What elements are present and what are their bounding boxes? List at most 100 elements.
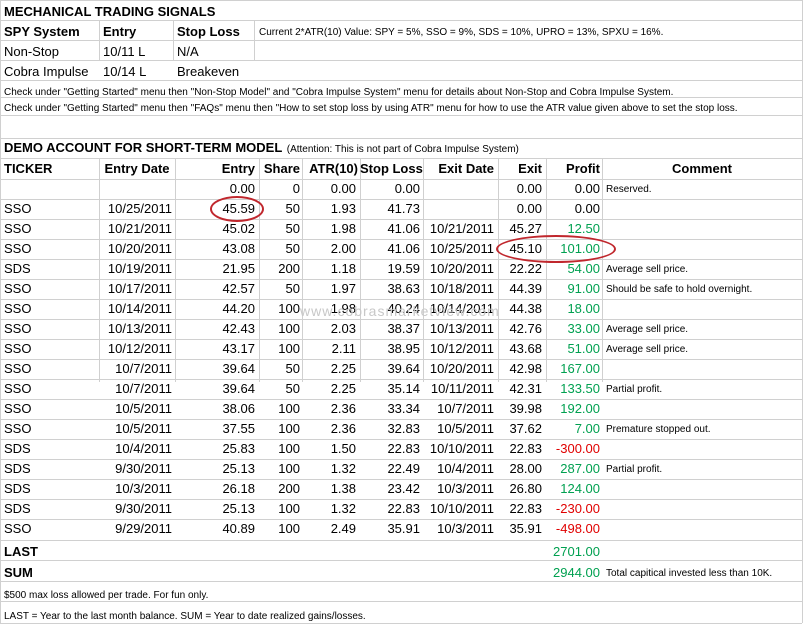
cell-atr10: 1.93 (330, 201, 356, 216)
cell-share: 50 (285, 241, 300, 256)
cell-exit-date: 10/25/2011 (429, 241, 494, 256)
cell-entry-date: 10/5/2011 (115, 421, 172, 436)
cell-exit-date: 10/7/2011 (437, 401, 494, 416)
cell-ticker: SSO (4, 361, 32, 376)
cell-stop-loss: 38.95 (387, 341, 420, 356)
header-share: Share (263, 161, 300, 176)
footer-note: $500 max loss allowed per trade. For fun… (4, 590, 209, 601)
cell-entry: 45.02 (222, 221, 255, 236)
cell-profit: -498.00 (555, 521, 600, 536)
header-entry: Entry (221, 161, 255, 176)
header-profit: Profit (566, 161, 600, 176)
cell-profit: 7.00 (574, 421, 600, 436)
cell-comment (606, 480, 800, 500)
cell-entry-date: 10/19/2011 (107, 261, 172, 276)
cell-entry: 25.83 (222, 441, 255, 456)
cell-ticker: SSO (4, 341, 32, 356)
signals-header-stop-loss: Stop Loss (177, 24, 240, 39)
cell-ticker (4, 179, 94, 199)
cell-entry-date: 9/30/2011 (115, 501, 172, 516)
last-value: 2701.00 (553, 544, 600, 559)
cell-share: 100 (278, 421, 300, 436)
cell-exit-date: 10/3/2011 (437, 481, 494, 496)
cell-stop-loss: 23.42 (387, 481, 420, 496)
cell-profit: 0.00 (574, 201, 600, 216)
cell-entry: 43.17 (222, 341, 255, 356)
cell-stop-loss: 19.59 (387, 261, 420, 276)
cell-profit: 192.00 (560, 401, 600, 416)
cell-ticker: SDS (4, 461, 31, 476)
cell-ticker: SSO (4, 301, 32, 316)
signals-header-system: SPY System (4, 24, 80, 39)
cell-share: 100 (278, 301, 300, 316)
cell-share: 200 (278, 261, 300, 276)
cell-profit: 124.00 (560, 481, 600, 496)
cell-atr10: 1.32 (330, 501, 356, 516)
header-stop-loss: Stop Loss (360, 161, 423, 176)
cell-stop-loss: 32.83 (387, 421, 420, 436)
cell-atr10: 2.36 (330, 401, 356, 416)
signal-entry: 10/11 L (103, 44, 146, 59)
cell-entry-date: 10/20/2011 (107, 241, 172, 256)
cell-profit: 287.00 (560, 461, 600, 476)
cell-exit-date (423, 199, 494, 219)
cell-stop-loss: 41.06 (387, 221, 420, 236)
cell-share: 50 (285, 281, 300, 296)
cell-share: 100 (278, 501, 300, 516)
cell-stop-loss: 22.83 (387, 441, 420, 456)
cell-entry: 25.13 (222, 461, 255, 476)
cell-exit-date: 10/20/2011 (429, 261, 494, 276)
cell-ticker: SSO (4, 221, 32, 236)
cell-share: 100 (278, 461, 300, 476)
cell-entry-date: 10/13/2011 (107, 321, 172, 336)
cell-entry: 25.13 (222, 501, 255, 516)
header-entry-date: Entry Date (104, 161, 170, 176)
cell-atr10: 1.97 (330, 281, 356, 296)
cell-atr10: 1.50 (330, 441, 356, 456)
cell-exit-date: 10/10/2011 (429, 441, 494, 456)
cell-profit: -300.00 (555, 441, 600, 456)
cell-exit: 28.00 (509, 461, 542, 476)
cell-exit-date: 10/10/2011 (429, 501, 494, 516)
sum-comment: Total capitical invested less than 10K. (606, 568, 773, 579)
cell-ticker: SSO (4, 321, 32, 336)
cell-entry: 21.95 (222, 261, 255, 276)
cell-atr10: 2.25 (330, 381, 356, 396)
cell-stop-loss: 39.64 (387, 361, 420, 376)
cell-exit: 0.00 (516, 201, 542, 216)
cell-profit: 133.50 (560, 381, 600, 396)
cell-comment (606, 440, 800, 460)
cell-entry: 42.43 (222, 321, 255, 336)
atr-note: Current 2*ATR(10) Value: SPY = 5%, SSO =… (259, 27, 664, 38)
cell-exit-date: 10/11/2011 (430, 381, 494, 396)
cell-exit: 35.91 (509, 521, 542, 536)
cell-comment (606, 200, 800, 220)
cell-entry: 43.08 (222, 241, 255, 256)
cell-entry-date: 10/25/2011 (107, 201, 172, 216)
cell-entry-date: 10/4/2011 (115, 441, 172, 456)
spreadsheet: MECHANICAL TRADING SIGNALS SPY System En… (0, 0, 803, 626)
cell-comment: Average sell price. (606, 344, 689, 355)
signal-stop-loss: Breakeven (177, 64, 240, 79)
cell-atr10: 1.32 (330, 461, 356, 476)
cell-ticker: SSO (4, 241, 32, 256)
signal-system-name: Non-Stop (4, 44, 59, 59)
cell-share: 0 (292, 181, 300, 196)
cell-entry: 39.64 (222, 361, 255, 376)
cell-share: 50 (285, 201, 300, 216)
cell-comment: Partial profit. (606, 464, 663, 475)
signal-entry: 10/14 L (103, 64, 147, 79)
cell-profit: 0.00 (574, 181, 600, 196)
cell-exit-date: 10/13/2011 (429, 321, 494, 336)
highlight-circle-exit-profit (496, 235, 616, 263)
footer-note: LAST = Year to the last month balance. S… (4, 611, 366, 622)
note-line: Check under "Getting Started" menu then … (4, 103, 738, 114)
cell-comment (606, 360, 800, 380)
demo-account-title: DEMO ACCOUNT FOR SHORT-TERM MODEL (4, 140, 283, 155)
cell-atr10: 2.36 (330, 421, 356, 436)
cell-stop-loss: 38.37 (387, 321, 420, 336)
cell-entry: 42.57 (222, 281, 255, 296)
signal-system-name: Cobra Impulse (4, 64, 89, 79)
cell-exit-date: 10/4/2011 (437, 461, 494, 476)
cell-ticker: SSO (4, 401, 32, 416)
